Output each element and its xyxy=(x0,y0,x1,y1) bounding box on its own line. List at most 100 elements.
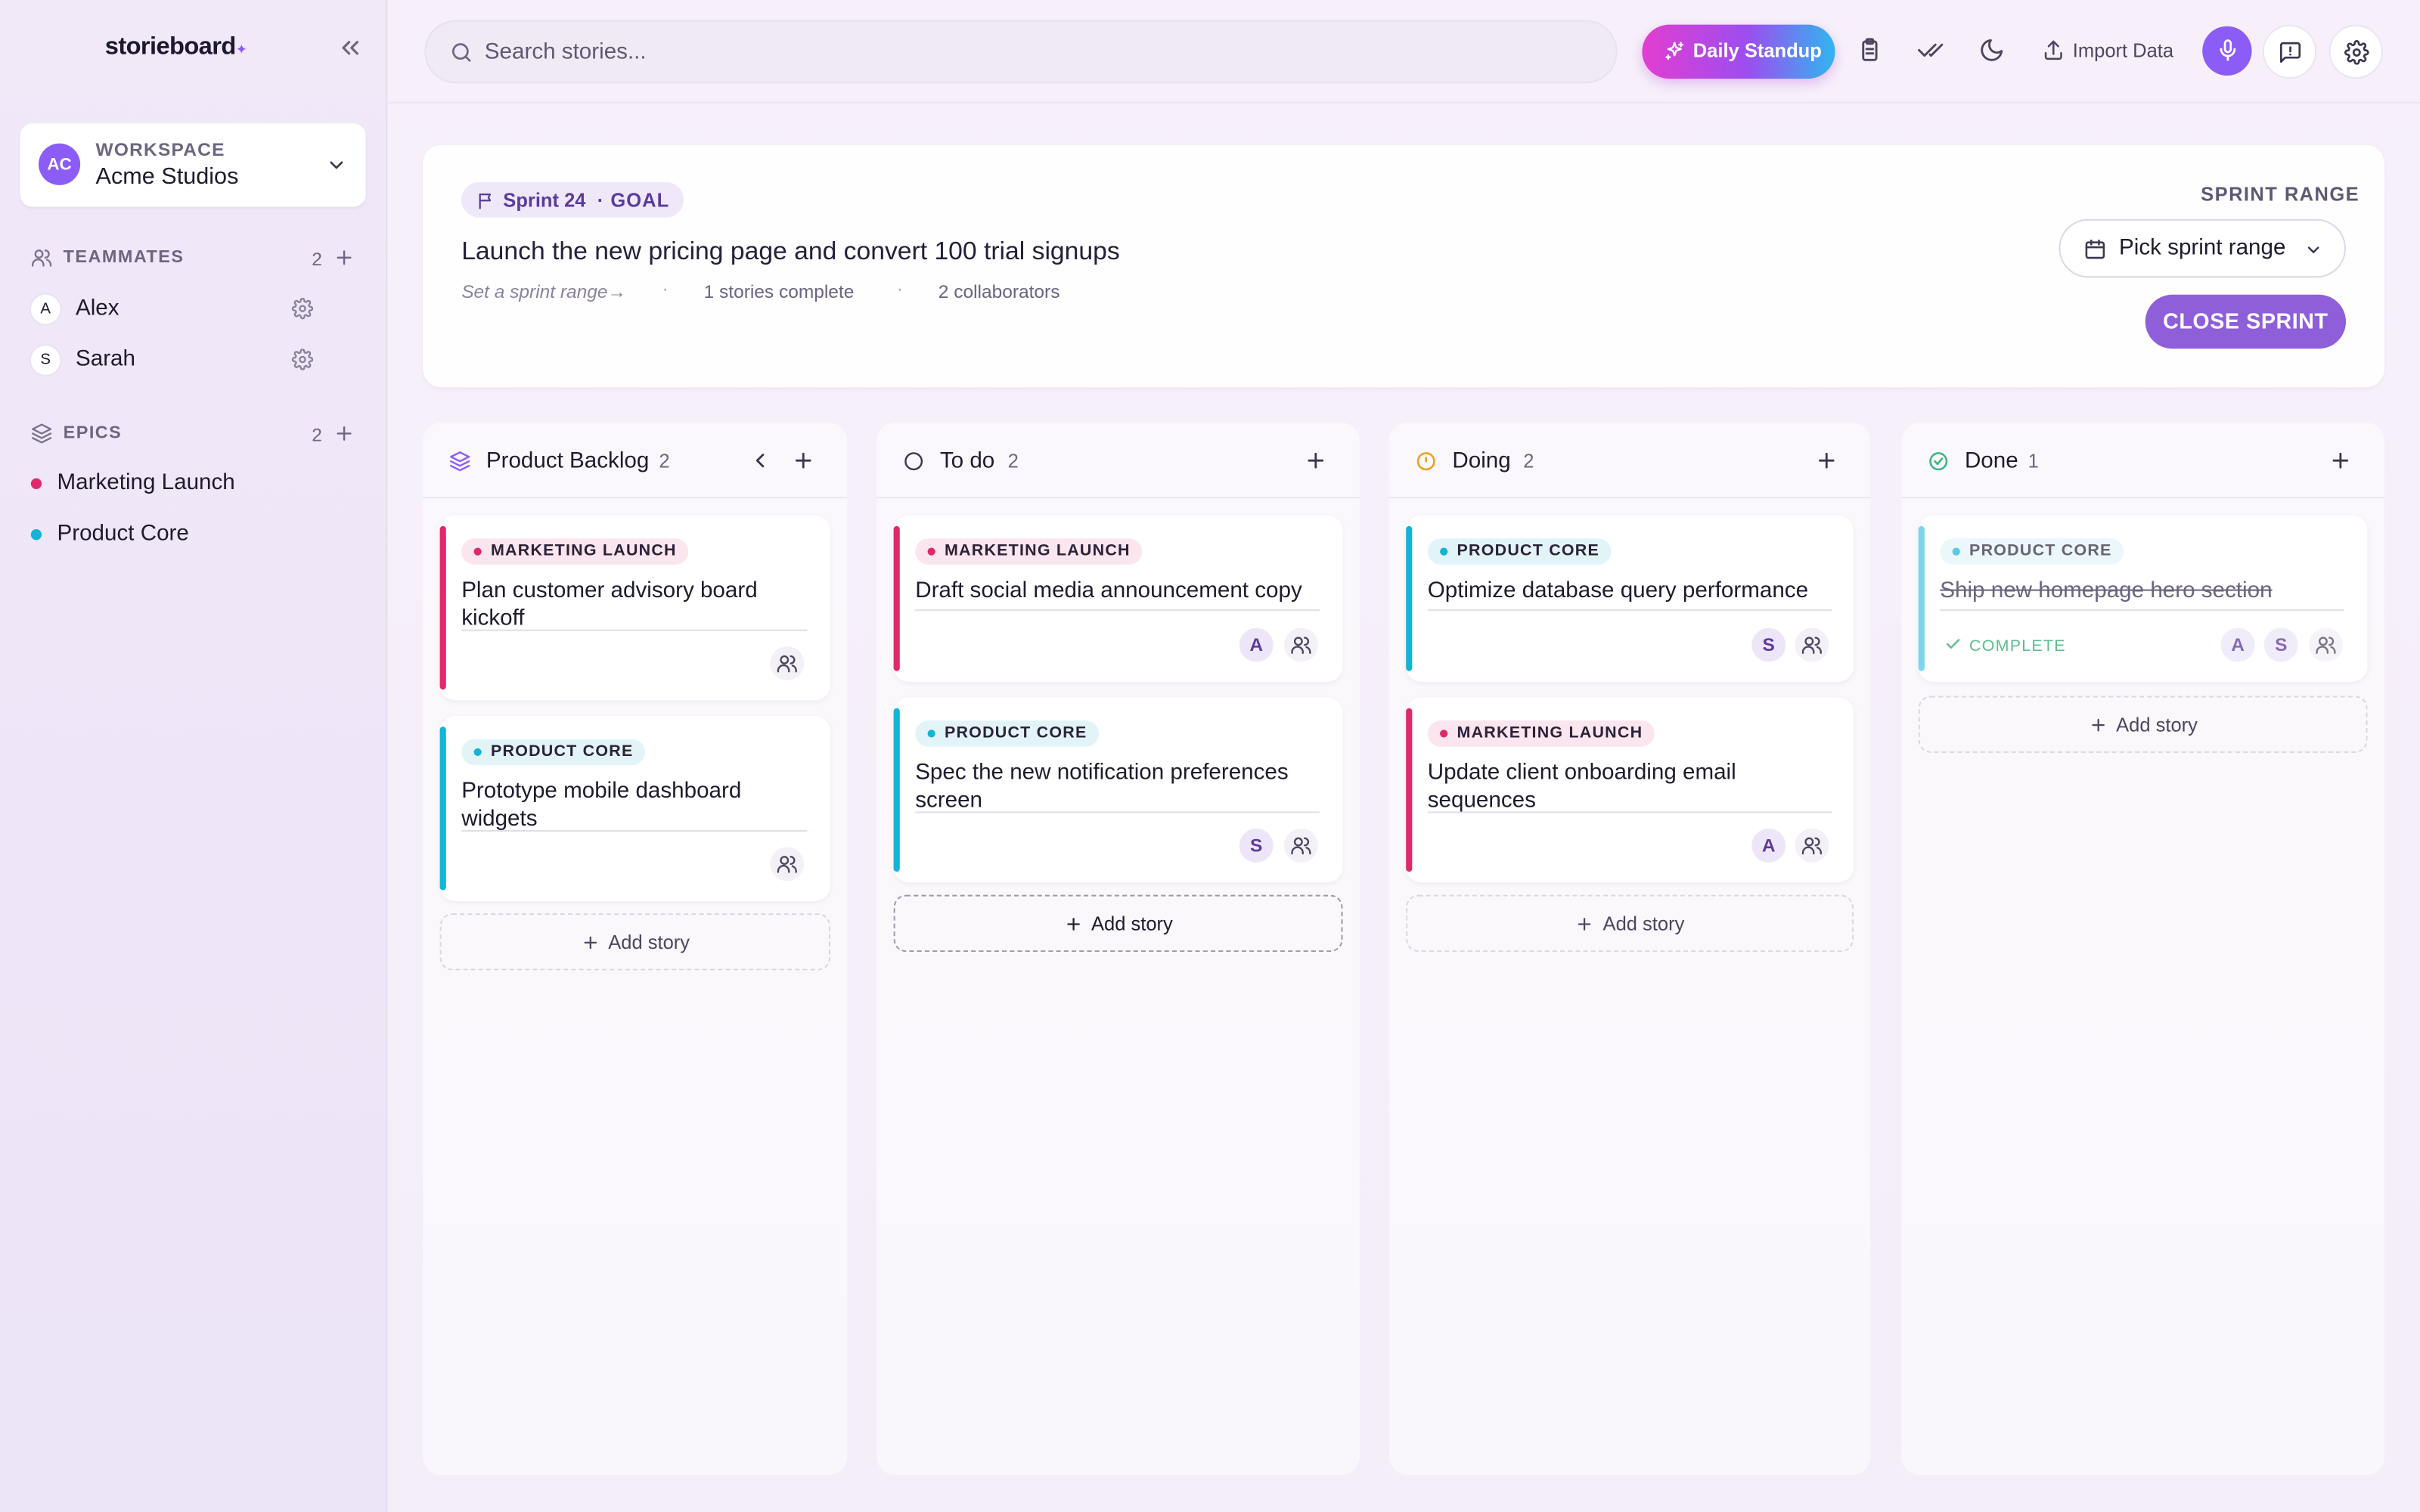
story-title: Prototype mobile dashboard widgets xyxy=(461,779,742,831)
story-card[interactable]: MARKETING LAUNCH Plan customer advisory … xyxy=(439,515,830,701)
complete-label: COMPLETE xyxy=(1969,637,2066,656)
divider xyxy=(915,609,1320,612)
add-story-button[interactable]: Add story xyxy=(1918,696,2368,753)
add-teammate-icon[interactable] xyxy=(334,247,355,269)
daily-standup-label: Daily Standup xyxy=(1692,40,1822,62)
epic-color-dot xyxy=(30,528,42,541)
avatar: A xyxy=(30,294,60,324)
search-bar[interactable] xyxy=(424,20,1618,84)
add-story-icon[interactable] xyxy=(792,449,815,472)
add-story-label: Add story xyxy=(1602,913,1685,935)
app-logo[interactable]: storieboard✦ xyxy=(105,34,247,62)
chevron-left-icon[interactable] xyxy=(749,449,772,472)
sprint-range-label: SPRINT RANGE xyxy=(2201,183,2360,206)
story-card[interactable]: PRODUCT CORE Optimize database query per… xyxy=(1406,515,1854,683)
add-story-icon[interactable] xyxy=(1815,449,1838,472)
story-title: Optimize database query performance xyxy=(1427,578,1809,603)
assign-people-icon[interactable] xyxy=(1795,627,1829,662)
story-card[interactable]: PRODUCT CORE Spec the new notification p… xyxy=(893,697,1343,883)
assignee-avatar[interactable]: A xyxy=(1239,627,1274,662)
add-epic-icon[interactable] xyxy=(334,423,355,445)
teammate-item[interactable]: A Alex xyxy=(30,292,324,326)
add-story-icon[interactable] xyxy=(2329,449,2353,472)
sidebar: storieboard✦ AC WORKSPACE Acme Studios T… xyxy=(0,0,388,1512)
assignee-avatar[interactable]: S xyxy=(1751,627,1786,662)
add-story-icon[interactable] xyxy=(1304,449,1327,472)
story-card[interactable]: PRODUCT CORE Ship new homepage hero sect… xyxy=(1918,515,2368,683)
add-story-button[interactable]: Add story xyxy=(1406,894,1854,953)
epic-tag: PRODUCT CORE xyxy=(915,720,1100,747)
divider xyxy=(1940,609,2344,612)
epic-color-bar xyxy=(893,525,900,671)
assign-people-icon[interactable] xyxy=(1795,828,1829,863)
epic-color-bar xyxy=(1406,525,1413,671)
meta-separator: · xyxy=(662,277,669,299)
divider xyxy=(1427,811,1832,813)
assignee-avatar[interactable]: A xyxy=(1751,828,1786,863)
epic-tag: PRODUCT CORE xyxy=(461,739,646,766)
plus-icon xyxy=(1578,918,1591,931)
epic-color-bar xyxy=(439,525,446,690)
teammates-count: 2 xyxy=(312,248,322,271)
divider xyxy=(461,629,808,631)
add-story-button[interactable]: Add story xyxy=(439,913,830,971)
column-title: Product Backlog xyxy=(486,448,650,474)
complete-status: COMPLETE xyxy=(1944,636,2066,656)
gear-icon[interactable] xyxy=(291,297,314,320)
story-title: Plan customer advisory board kickoff xyxy=(461,578,758,631)
column-doing: Doing 2 PRODUCT CORE Optimize database q… xyxy=(1388,423,1871,1476)
stories-complete: 1 stories complete xyxy=(703,280,855,302)
epic-tag: MARKETING LAUNCH xyxy=(1427,720,1655,747)
add-story-label: Add story xyxy=(1091,913,1173,935)
add-story-button[interactable]: Add story xyxy=(893,894,1343,953)
set-sprint-range-link[interactable]: Set a sprint range→ xyxy=(461,280,626,302)
assign-people-icon[interactable] xyxy=(770,847,805,881)
feedback-button[interactable] xyxy=(2262,24,2317,79)
add-story-label: Add story xyxy=(2116,714,2198,736)
epic-name: Product Core xyxy=(57,521,189,547)
column-count: 2 xyxy=(659,450,670,472)
assignee-avatar[interactable]: S xyxy=(1239,828,1274,863)
story-card[interactable]: MARKETING LAUNCH Update client onboardin… xyxy=(1406,697,1854,883)
assign-people-icon[interactable] xyxy=(1283,828,1318,863)
story-card[interactable]: MARKETING LAUNCH Draft social media anno… xyxy=(893,515,1343,683)
epic-color-bar xyxy=(1406,708,1413,872)
import-data-label: Import Data xyxy=(2072,40,2174,62)
close-sprint-button[interactable]: CLOSE SPRINT xyxy=(2145,294,2347,349)
circle-icon xyxy=(904,452,923,471)
check-icon xyxy=(1946,639,1960,649)
epics-count: 2 xyxy=(312,424,322,446)
import-data-button[interactable]: Import Data xyxy=(2042,37,2181,65)
search-input[interactable] xyxy=(484,33,1565,71)
moon-icon[interactable] xyxy=(1978,37,2005,64)
pick-sprint-range-select[interactable]: Pick sprint range xyxy=(2059,218,2347,278)
layers-icon xyxy=(450,451,470,472)
gear-icon[interactable] xyxy=(291,349,314,370)
settings-button[interactable] xyxy=(2328,24,2383,79)
clipboard-icon[interactable] xyxy=(1857,37,1883,64)
assign-people-icon[interactable] xyxy=(2309,627,2343,662)
assign-people-icon[interactable] xyxy=(770,646,805,680)
teammate-item[interactable]: S Sarah xyxy=(30,342,324,376)
assignee-avatar[interactable]: A xyxy=(2220,627,2255,662)
assign-people-icon[interactable] xyxy=(1283,627,1318,662)
sprint-name: Sprint 24 xyxy=(503,190,586,212)
column-title: Doing xyxy=(1452,448,1511,474)
sprint-goal[interactable]: Launch the new pricing page and convert … xyxy=(461,237,1119,267)
collapse-sidebar-icon[interactable] xyxy=(337,34,365,62)
assignee-avatar[interactable]: S xyxy=(2263,627,2298,662)
daily-standup-button[interactable]: Daily Standup xyxy=(1642,24,1835,79)
microphone-button[interactable] xyxy=(2202,26,2252,76)
epic-name: Marketing Launch xyxy=(57,470,235,496)
collaborators-count: 2 collaborators xyxy=(938,280,1060,302)
check-circle-icon xyxy=(1929,452,1948,471)
check-all-icon[interactable] xyxy=(1917,37,1944,64)
calendar-icon xyxy=(2085,239,2105,259)
divider xyxy=(1427,609,1832,612)
story-card[interactable]: PRODUCT CORE Prototype mobile dashboard … xyxy=(439,715,830,901)
workspace-switcher[interactable]: AC WORKSPACE Acme Studios xyxy=(20,123,366,207)
epics-label: EPICS xyxy=(63,424,123,443)
epic-item-marketing-launch[interactable]: Marketing Launch xyxy=(30,467,340,498)
plus-icon xyxy=(1066,918,1079,931)
epic-item-product-core[interactable]: Product Core xyxy=(30,519,340,550)
